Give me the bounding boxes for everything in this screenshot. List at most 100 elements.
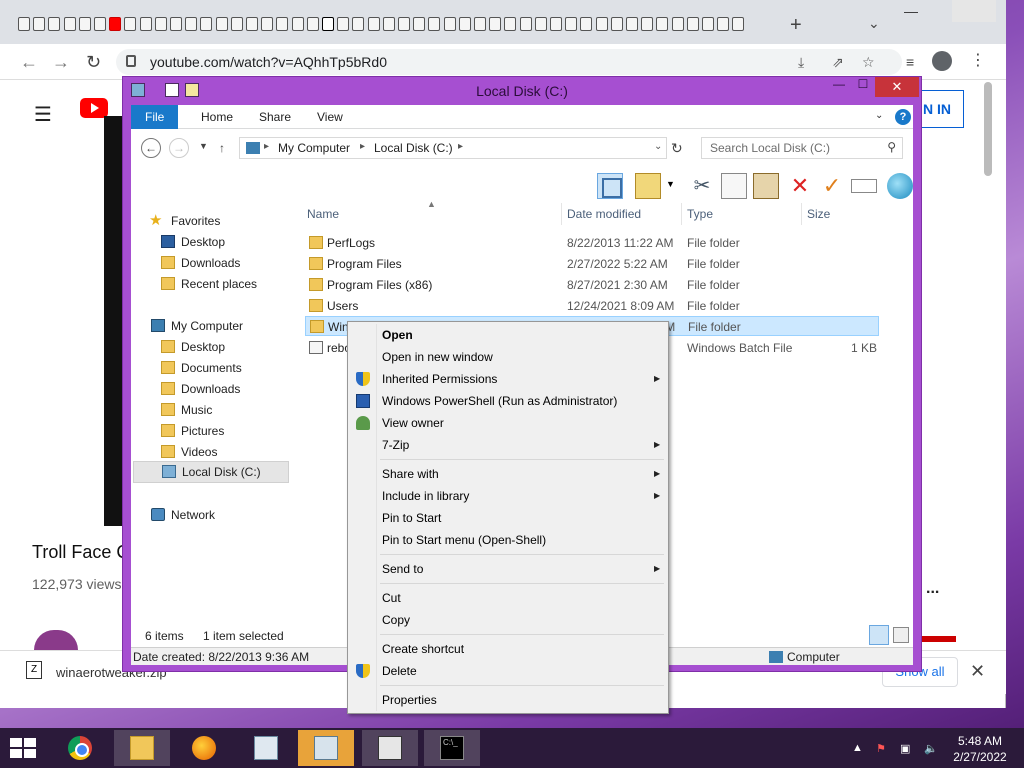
address-bar[interactable]: youtube.com/watch?v=AQhhTp5bRd0 ⤓ ⇗ ☆ (116, 49, 902, 75)
tab-favicon-icon[interactable] (94, 17, 106, 31)
up-icon[interactable]: ↑ (219, 141, 225, 155)
tab-favicon-icon[interactable] (337, 17, 350, 31)
channel-avatar[interactable] (34, 630, 78, 650)
menu-item-view-owner[interactable]: View owner (350, 412, 666, 434)
install-icon[interactable]: ⤓ (798, 54, 804, 71)
file-row[interactable]: Program Files (x86) 8/27/2021 2:30 AM Fi… (305, 275, 879, 295)
large-icons-view-icon[interactable] (893, 627, 909, 643)
tab-favicon-icon[interactable] (656, 17, 669, 31)
taskbar-file-explorer[interactable] (114, 730, 170, 766)
tab-favicon-icon[interactable] (565, 17, 578, 31)
breadcrumb-separator[interactable]: ▸ (264, 141, 269, 152)
tab-favicon-icon[interactable] (18, 17, 30, 31)
taskbar-calculator[interactable] (298, 730, 354, 766)
search-box[interactable]: Search Local Disk (C:) ⚲ (701, 137, 903, 159)
menu-item-create-shortcut[interactable]: Create shortcut (350, 638, 666, 660)
tab-favicon-icon[interactable] (443, 17, 456, 31)
preview-pane-icon[interactable] (597, 173, 623, 199)
chevron-down-icon[interactable]: ▼ (666, 179, 676, 189)
tab-favicon-icon[interactable] (717, 17, 730, 31)
youtube-logo-icon[interactable] (80, 98, 108, 118)
tab-favicon-icon[interactable] (124, 17, 137, 31)
checkmark-icon[interactable]: ✓ (819, 173, 845, 199)
tab-favicon-icon[interactable] (261, 17, 274, 31)
tab-home[interactable]: Home (187, 105, 247, 129)
title-bar[interactable]: Local Disk (C:) — ☐ ✕ (123, 77, 921, 103)
tab-favicon-icon[interactable] (322, 17, 334, 31)
close-button[interactable]: ✕ (875, 77, 919, 97)
tab-favicon-icon[interactable] (428, 17, 441, 31)
tab-favicon-icon[interactable] (185, 17, 198, 31)
minimize-button[interactable]: — (827, 77, 851, 97)
taskbar-chrome[interactable] (52, 730, 108, 766)
file-row[interactable]: Program Files 2/27/2022 5:22 AM File fol… (305, 254, 879, 274)
menu-item-share-with[interactable]: Share with ▶ (350, 463, 666, 485)
taskbar-command-prompt[interactable]: C:\_ (424, 730, 480, 766)
search-placeholder[interactable]: Search Local Disk (C:) (710, 141, 830, 155)
tab-favicon-icon[interactable] (398, 17, 410, 31)
hamburger-icon[interactable]: ☰ (34, 102, 52, 127)
clock-date[interactable]: 2/27/2022 (950, 750, 1010, 764)
folder-properties-icon[interactable] (635, 173, 661, 199)
file-row[interactable]: PerfLogs 8/22/2013 11:22 AM File folder (305, 233, 879, 253)
tab-share[interactable]: Share (245, 105, 305, 129)
profile-avatar-icon[interactable] (932, 51, 952, 71)
globe-icon[interactable] (887, 173, 913, 199)
tab-favicon-icon[interactable] (580, 17, 593, 31)
menu-item-7zip[interactable]: 7-Zip ▶ (350, 434, 666, 456)
tab-favicon-icon[interactable] (610, 17, 623, 31)
breadcrumb-separator[interactable]: ▸ (458, 141, 463, 152)
tab-favicon-icon[interactable] (200, 17, 213, 31)
recent-locations-icon[interactable]: ▼ (199, 141, 208, 151)
reload-icon[interactable]: ↻ (86, 52, 101, 73)
tab-favicon-icon[interactable] (413, 17, 426, 31)
breadcrumb-separator[interactable]: ▸ (360, 141, 365, 152)
column-size[interactable]: Size (807, 207, 830, 221)
column-divider[interactable] (681, 203, 682, 225)
search-icon[interactable]: ⚲ (887, 140, 896, 154)
tab-favicon-icon[interactable] (671, 17, 684, 31)
share-icon[interactable]: ⇗ (832, 54, 844, 71)
tab-favicon-icon[interactable] (519, 17, 532, 31)
star-icon[interactable]: ☆ (862, 54, 875, 71)
file-row[interactable]: Users 12/24/2021 8:09 AM File folder (305, 296, 879, 316)
rename-icon[interactable] (851, 179, 877, 193)
tab-favicon-icon[interactable] (246, 17, 258, 31)
paste-icon[interactable] (753, 173, 779, 199)
tab-favicon-icon[interactable] (595, 17, 608, 31)
url-text[interactable]: youtube.com/watch?v=AQhhTp5bRd0 (150, 54, 387, 70)
tab-favicon-icon[interactable] (504, 17, 517, 31)
breadcrumb-local-disk[interactable]: Local Disk (C:) (374, 141, 453, 155)
details-view-icon[interactable] (869, 625, 889, 645)
menu-item-pin-to-start-menu[interactable]: Pin to Start menu (Open-Shell) (350, 529, 666, 551)
volume-muted-icon[interactable]: 🔈 (924, 742, 938, 755)
tab-favicon-icon[interactable] (230, 17, 243, 31)
menu-item-powershell-admin[interactable]: Windows PowerShell (Run as Administrator… (350, 390, 666, 412)
tab-favicon-icon[interactable] (154, 17, 167, 31)
tab-favicon-icon[interactable] (170, 17, 182, 31)
clock-time[interactable]: 5:48 AM (950, 734, 1010, 748)
tab-favicon-icon[interactable] (534, 17, 547, 31)
start-button-icon[interactable] (10, 738, 38, 760)
chrome-menu-icon[interactable]: ⋮ (970, 50, 986, 70)
tab-favicon-icon[interactable] (48, 17, 61, 31)
tab-view[interactable]: View (303, 105, 357, 129)
minimize-icon[interactable]: — (904, 3, 918, 19)
column-type[interactable]: Type (687, 207, 713, 221)
menu-item-delete[interactable]: Delete (350, 660, 666, 682)
tab-favicon-icon[interactable] (63, 17, 76, 31)
tab-favicon-icon[interactable] (550, 17, 562, 31)
new-tab-button[interactable]: + (790, 14, 802, 37)
column-divider[interactable] (561, 203, 562, 225)
close-icon[interactable]: ✕ (970, 661, 985, 682)
menu-item-send-to[interactable]: Send to ▶ (350, 558, 666, 580)
tab-favicon-icon[interactable] (352, 17, 365, 31)
column-divider[interactable] (801, 203, 802, 225)
ribbon-expand-icon[interactable]: ⌄ (875, 110, 883, 121)
network-tray-icon[interactable]: ▣ (900, 742, 910, 755)
subscribe-button[interactable] (918, 636, 956, 642)
tab-favicon-icon[interactable] (139, 17, 152, 31)
more-actions-icon[interactable]: ... (926, 580, 939, 598)
address-box[interactable]: ▸ My Computer ▸ Local Disk (C:) ▸ ⌄ (239, 137, 667, 159)
tab-favicon-icon[interactable] (382, 17, 395, 31)
